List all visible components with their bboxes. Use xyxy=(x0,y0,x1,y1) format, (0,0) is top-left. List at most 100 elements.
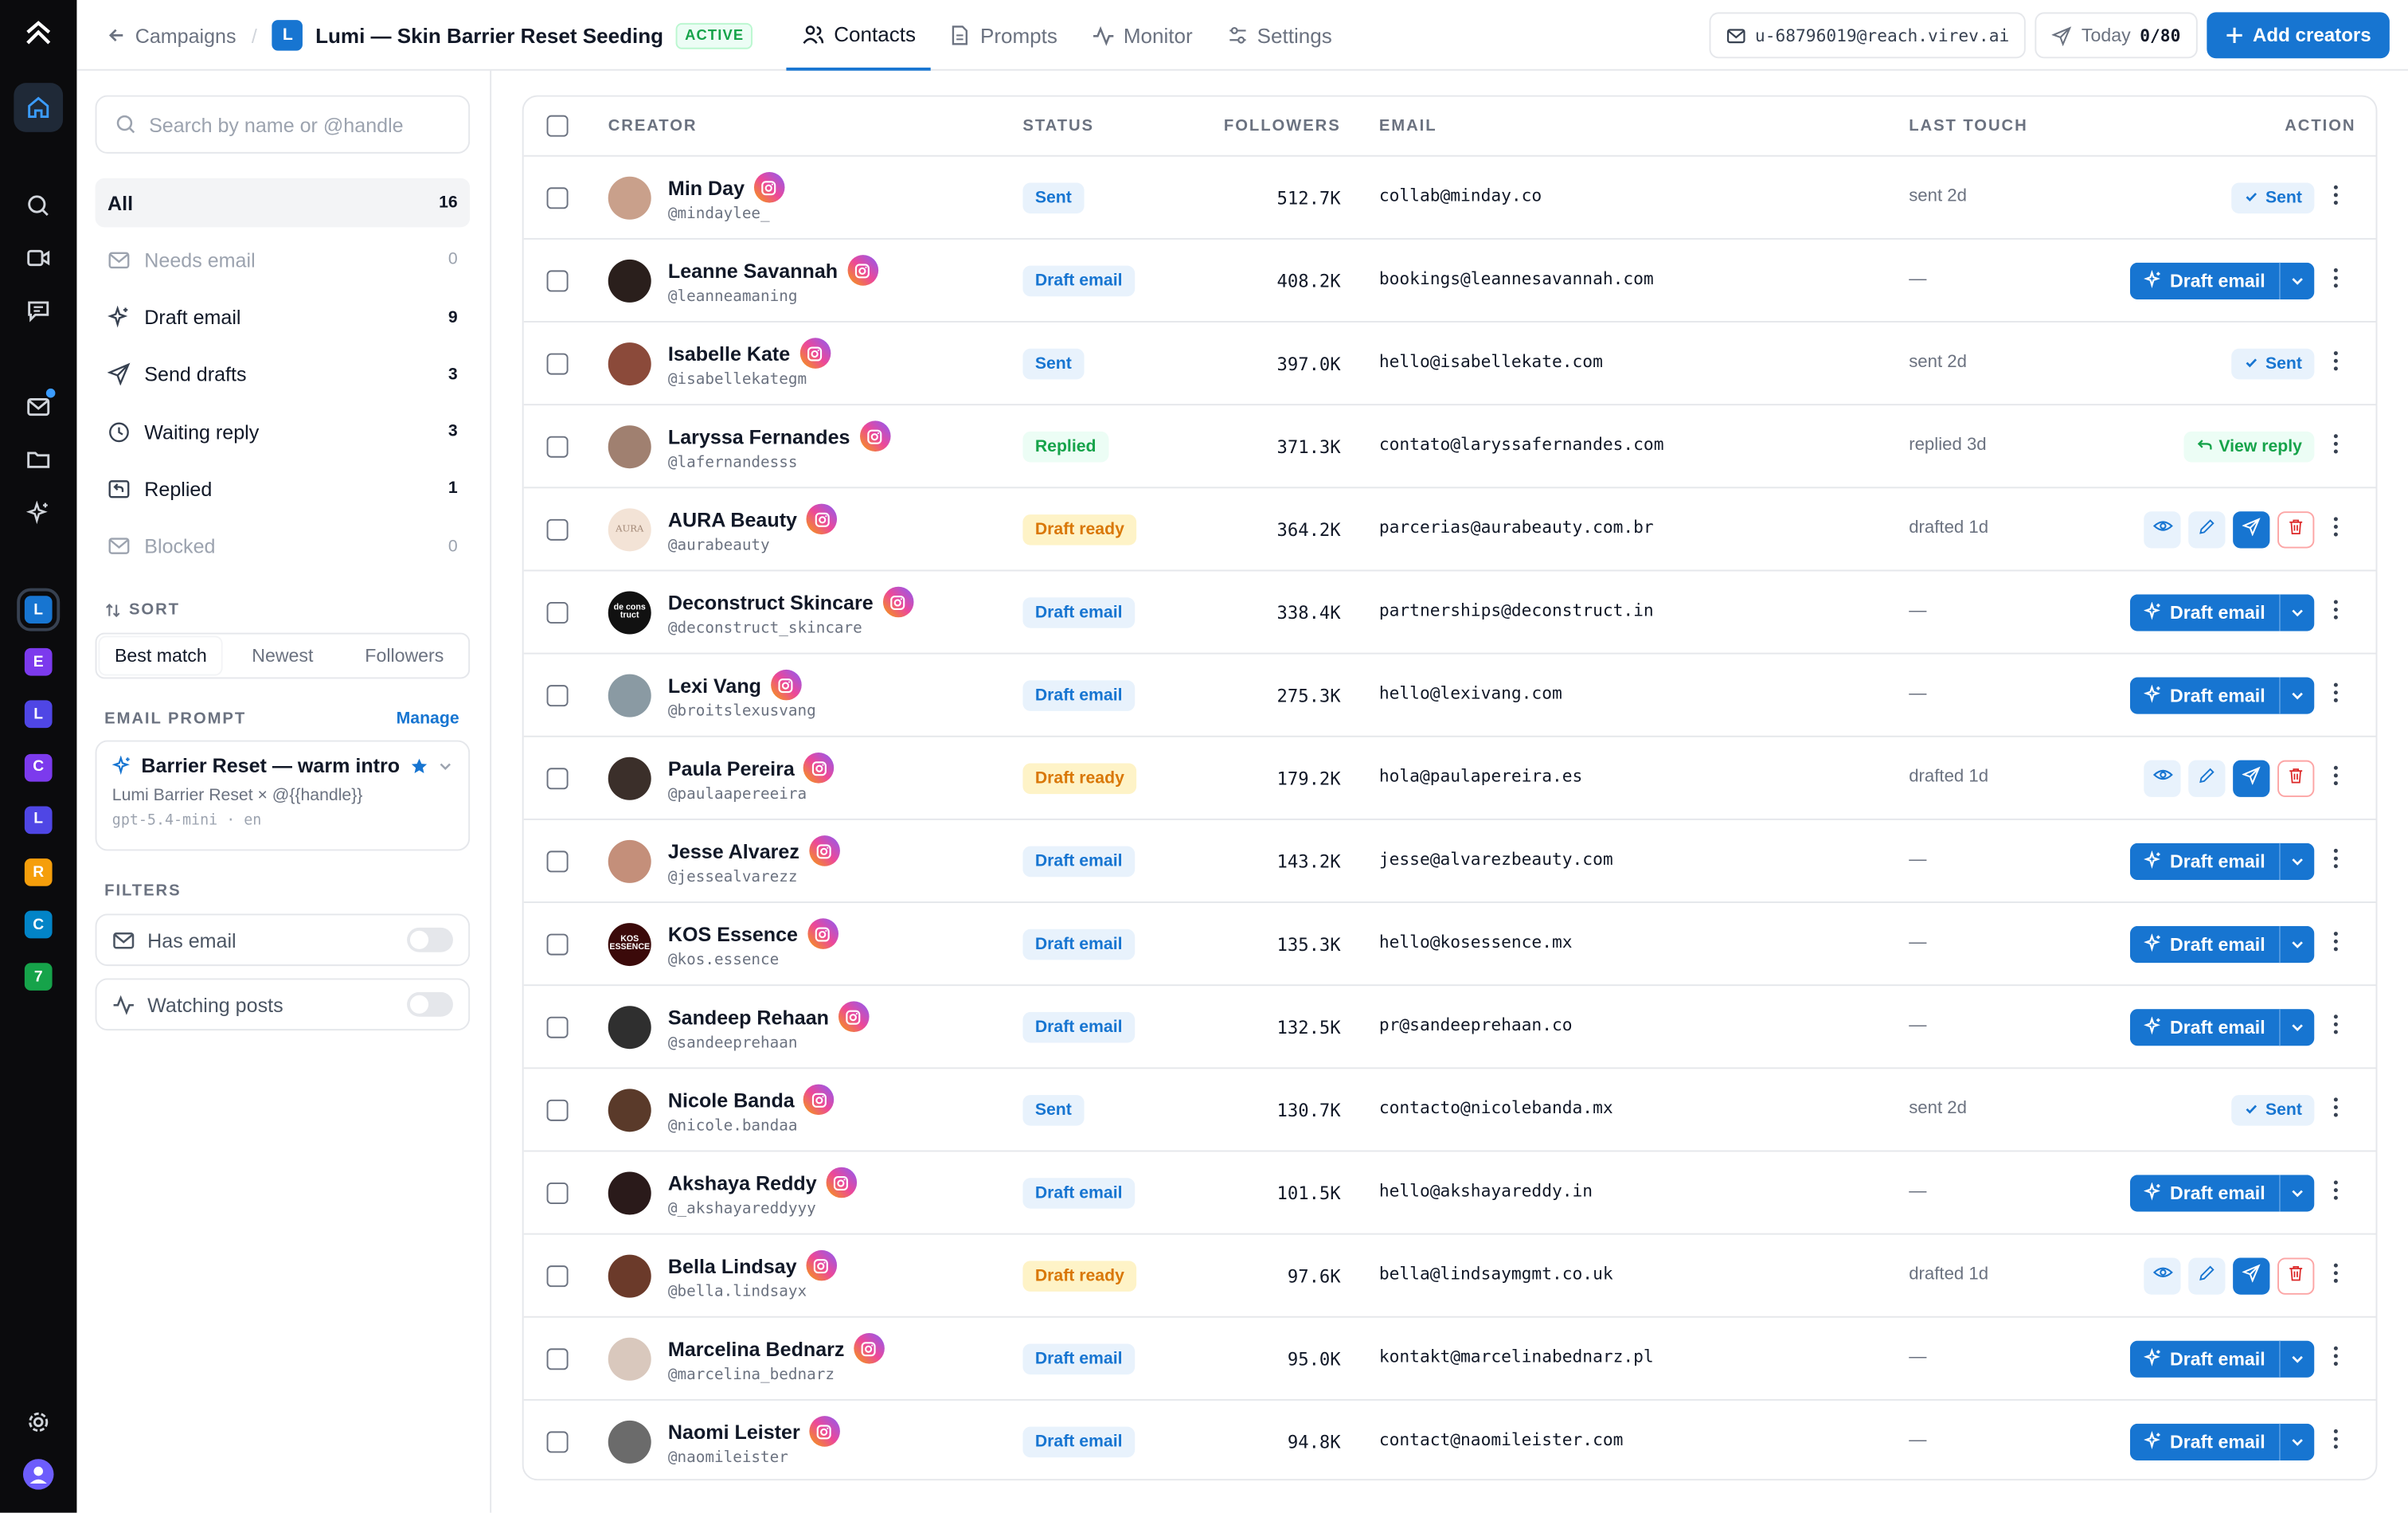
creator-name[interactable]: Naomi Leister xyxy=(668,1420,800,1443)
tab-monitor[interactable]: Monitor xyxy=(1076,0,1208,71)
col-status[interactable]: STATUS xyxy=(1022,117,1094,135)
instagram-icon[interactable] xyxy=(799,338,831,369)
row-menu-button[interactable] xyxy=(2327,1262,2345,1290)
creator-name[interactable]: Deconstruct Skincare xyxy=(668,591,874,614)
row-checkbox[interactable] xyxy=(546,1016,569,1038)
col-creator[interactable]: CREATOR xyxy=(608,117,698,135)
manage-prompts-link[interactable]: Manage xyxy=(397,710,459,728)
draft-email-button[interactable]: Draft email xyxy=(2129,1009,2279,1046)
draft-email-button[interactable]: Draft email xyxy=(2129,262,2279,300)
draft-email-button[interactable]: Draft email xyxy=(2129,1423,2279,1461)
row-menu-button[interactable] xyxy=(2327,1345,2345,1373)
draft-email-button[interactable]: Draft email xyxy=(2129,1175,2279,1212)
row-checkbox[interactable] xyxy=(546,518,569,541)
nav-item-waiting-reply[interactable]: Waiting reply 3 xyxy=(96,407,471,456)
instagram-icon[interactable] xyxy=(854,1332,885,1364)
nav-item-needs-email[interactable]: Needs email 0 xyxy=(96,236,471,285)
instagram-icon[interactable] xyxy=(770,669,802,701)
row-menu-button[interactable] xyxy=(2327,1097,2345,1124)
row-checkbox[interactable] xyxy=(546,768,569,790)
row-checkbox[interactable] xyxy=(546,1182,569,1204)
delete-draft-button[interactable] xyxy=(2277,511,2315,549)
col-email[interactable]: EMAIL xyxy=(1379,117,1437,135)
row-checkbox[interactable] xyxy=(546,353,569,375)
instagram-icon[interactable] xyxy=(882,586,913,618)
chevron-down-icon[interactable] xyxy=(438,758,453,773)
workspace-item[interactable]: E xyxy=(24,648,53,676)
send-draft-button[interactable] xyxy=(2233,1257,2270,1295)
chat-nav[interactable] xyxy=(14,286,63,335)
row-menu-button[interactable] xyxy=(2327,1179,2345,1207)
row-checkbox[interactable] xyxy=(546,601,569,624)
nav-item-draft-email[interactable]: Draft email 9 xyxy=(96,293,471,342)
send-draft-button[interactable] xyxy=(2233,760,2270,797)
send-draft-button[interactable] xyxy=(2233,511,2270,549)
row-menu-button[interactable] xyxy=(2327,682,2345,710)
row-menu-button[interactable] xyxy=(2327,433,2345,461)
instagram-icon[interactable] xyxy=(826,1167,857,1198)
col-followers[interactable]: FOLLOWERS xyxy=(1224,117,1341,135)
home-nav[interactable] xyxy=(14,83,64,132)
draft-email-button[interactable]: Draft email xyxy=(2129,594,2279,631)
draft-email-button[interactable]: Draft email xyxy=(2129,1340,2279,1378)
draft-email-button[interactable]: Draft email xyxy=(2129,677,2279,714)
preview-draft-button[interactable] xyxy=(2144,511,2181,549)
instagram-icon[interactable] xyxy=(807,918,838,949)
draft-options-dropdown[interactable] xyxy=(2278,1009,2315,1046)
creator-name[interactable]: Akshaya Reddy xyxy=(668,1171,817,1194)
row-menu-button[interactable] xyxy=(2327,184,2345,212)
creator-name[interactable]: Paula Pereira xyxy=(668,756,795,780)
instagram-icon[interactable] xyxy=(806,1249,837,1281)
draft-email-button[interactable]: Draft email xyxy=(2129,925,2279,964)
row-checkbox[interactable] xyxy=(546,933,569,956)
sent-button[interactable]: Sent xyxy=(2231,1095,2315,1126)
creator-name[interactable]: Nicole Banda xyxy=(668,1088,795,1111)
draft-options-dropdown[interactable] xyxy=(2278,594,2315,631)
creator-name[interactable]: Lexi Vang xyxy=(668,674,761,697)
draft-options-dropdown[interactable] xyxy=(2278,677,2315,714)
search-nav[interactable] xyxy=(14,182,63,231)
instagram-icon[interactable] xyxy=(803,752,835,784)
col-last-touch[interactable]: LAST TOUCH xyxy=(1909,117,2027,135)
app-logo[interactable] xyxy=(14,10,63,59)
instagram-icon[interactable] xyxy=(846,255,878,286)
row-menu-button[interactable] xyxy=(2327,599,2345,627)
instagram-icon[interactable] xyxy=(859,420,890,452)
delete-draft-button[interactable] xyxy=(2277,760,2315,797)
row-checkbox[interactable] xyxy=(546,187,569,209)
row-checkbox[interactable] xyxy=(546,270,569,292)
workspace-item[interactable]: C xyxy=(24,753,53,781)
sort-followers[interactable]: Followers xyxy=(343,637,465,674)
edit-draft-button[interactable] xyxy=(2188,511,2226,549)
workspace-item[interactable]: L xyxy=(24,806,53,834)
draft-options-dropdown[interactable] xyxy=(2278,843,2315,881)
row-menu-button[interactable] xyxy=(2327,350,2345,378)
sort-newest[interactable]: Newest xyxy=(221,637,343,674)
creator-name[interactable]: Leanne Savannah xyxy=(668,259,838,282)
star-icon[interactable] xyxy=(410,756,428,775)
sent-button[interactable]: Sent xyxy=(2231,182,2315,214)
row-checkbox[interactable] xyxy=(546,1099,569,1121)
creator-name[interactable]: Min Day xyxy=(668,176,745,199)
sent-button[interactable]: Sent xyxy=(2231,348,2315,380)
instagram-icon[interactable] xyxy=(753,171,785,203)
row-menu-button[interactable] xyxy=(2327,1428,2345,1456)
row-menu-button[interactable] xyxy=(2327,267,2345,295)
workspace-item[interactable]: R xyxy=(24,858,53,886)
row-checkbox[interactable] xyxy=(546,685,569,707)
row-menu-button[interactable] xyxy=(2327,1014,2345,1042)
search-input[interactable] xyxy=(149,112,441,136)
row-checkbox[interactable] xyxy=(546,850,569,873)
back-to-campaigns[interactable]: Campaigns xyxy=(108,24,236,47)
select-all-checkbox[interactable] xyxy=(546,115,569,137)
row-menu-button[interactable] xyxy=(2327,516,2345,544)
view-reply-button[interactable]: View reply xyxy=(2183,431,2315,463)
creator-name[interactable]: Laryssa Fernandes xyxy=(668,424,850,448)
tab-contacts[interactable]: Contacts xyxy=(786,0,932,71)
instagram-icon[interactable] xyxy=(808,835,840,866)
workspace-item[interactable]: C xyxy=(24,911,53,939)
folder-nav[interactable] xyxy=(14,435,63,484)
creator-name[interactable]: Jesse Alvarez xyxy=(668,839,799,862)
nav-item-all[interactable]: All 16 xyxy=(95,178,471,228)
creator-name[interactable]: AURA Beauty xyxy=(668,507,797,530)
